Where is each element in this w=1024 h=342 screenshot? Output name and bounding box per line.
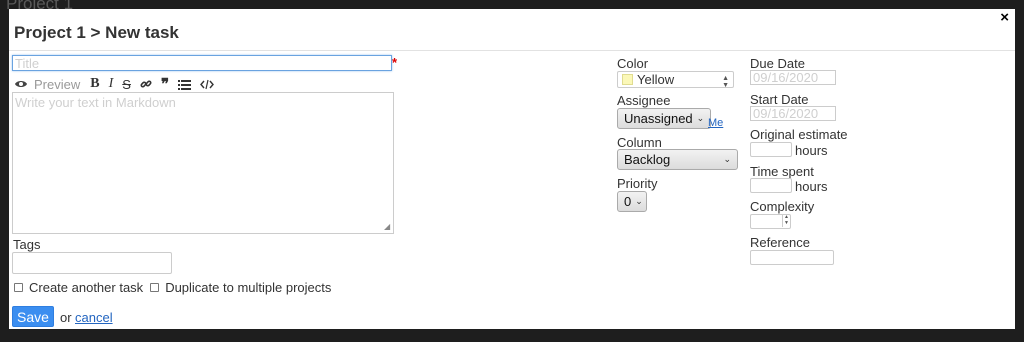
required-mark: *: [392, 55, 398, 70]
description-editor[interactable]: [12, 92, 394, 234]
list-icon[interactable]: [178, 79, 192, 90]
start-date-input[interactable]: 09/16/2020: [750, 106, 836, 121]
options-row: Create another task Duplicate to multipl…: [14, 280, 338, 295]
eye-icon[interactable]: [14, 79, 28, 89]
due-date-label: Due Date: [750, 56, 805, 71]
color-value: Yellow: [637, 72, 675, 87]
start-date-label: Start Date: [750, 92, 809, 107]
save-button[interactable]: Save: [12, 306, 54, 327]
chevron-down-icon: ⌄: [696, 113, 705, 123]
quote-icon[interactable]: ❞: [161, 75, 169, 93]
markdown-toolbar: Preview B I S ❞: [14, 75, 223, 93]
original-estimate-input[interactable]: [750, 142, 792, 157]
column-label: Column: [617, 135, 662, 150]
spinner-arrows-icon[interactable]: ▲ ▼: [782, 214, 790, 227]
assignee-select[interactable]: Unassigned ⌄: [617, 108, 711, 129]
italic-icon[interactable]: I: [109, 76, 114, 92]
link-icon[interactable]: [140, 78, 152, 90]
cancel-link[interactable]: cancel: [75, 310, 113, 325]
time-spent-input[interactable]: [750, 178, 792, 193]
close-icon[interactable]: ×: [1000, 9, 1009, 26]
assign-to-me-link[interactable]: Me: [708, 117, 723, 129]
column-value: Backlog: [624, 152, 671, 167]
complexity-label: Complexity: [750, 199, 815, 214]
create-another-checkbox[interactable]: [14, 283, 23, 292]
preview-toggle[interactable]: Preview: [34, 77, 80, 92]
reference-label: Reference: [750, 235, 810, 250]
chevron-down-icon: ▲ ▼: [722, 75, 729, 89]
create-another-label: Create another task: [29, 280, 144, 295]
tags-input[interactable]: [12, 252, 172, 274]
bold-icon[interactable]: B: [90, 76, 99, 92]
chevron-down-icon: ⌄: [723, 154, 731, 164]
resize-grip-icon[interactable]: ◢: [384, 222, 390, 231]
priority-value: 0: [624, 194, 632, 209]
assignee-value: Unassigned: [624, 111, 693, 126]
reference-input[interactable]: [750, 250, 834, 265]
title-input[interactable]: [12, 55, 392, 71]
or-text: or: [60, 310, 72, 325]
code-icon[interactable]: [200, 79, 214, 90]
priority-label: Priority: [617, 176, 658, 191]
color-select[interactable]: Yellow ▲ ▼: [617, 71, 734, 89]
duplicate-label: Duplicate to multiple projects: [165, 280, 332, 295]
column-select[interactable]: Backlog ⌄: [617, 149, 738, 170]
assignee-label: Assignee: [617, 93, 671, 108]
hours-unit-estimate: hours: [795, 143, 828, 158]
chevron-down-icon: ⌄: [635, 196, 643, 206]
duplicate-checkbox[interactable]: [150, 283, 160, 292]
due-date-input[interactable]: 09/16/2020: [750, 70, 836, 85]
divider: [9, 50, 1015, 51]
color-label: Color: [617, 56, 649, 71]
tags-label: Tags: [13, 237, 41, 252]
time-spent-label: Time spent: [750, 164, 814, 179]
color-swatch: [622, 74, 633, 85]
original-estimate-label: Original estimate: [750, 127, 848, 142]
priority-select[interactable]: 0 ⌄: [617, 191, 647, 212]
hours-unit-spent: hours: [795, 179, 828, 194]
strikethrough-icon[interactable]: S: [122, 77, 131, 92]
dialog-title: Project 1 > New task: [14, 23, 179, 42]
new-task-dialog: × Project 1 > New task * Preview B I S ❞…: [9, 9, 1015, 329]
